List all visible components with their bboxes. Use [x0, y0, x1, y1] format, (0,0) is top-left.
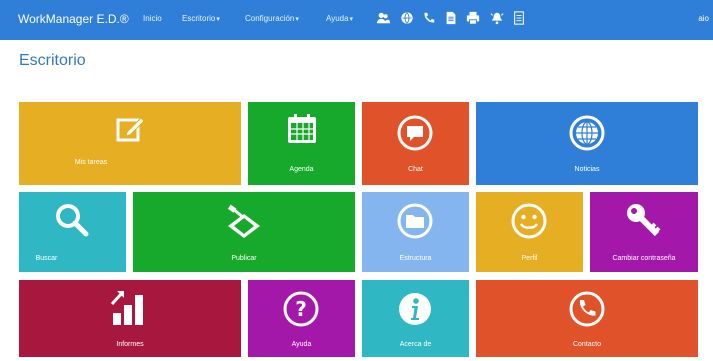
tile-label: Acerca de [399, 341, 432, 348]
tile-agenda[interactable]: Agenda [248, 102, 355, 185]
tile-label: Agenda [289, 166, 314, 173]
phone-icon[interactable] [420, 9, 438, 27]
document-icon[interactable] [442, 9, 460, 27]
tile-estructura[interactable]: Estructura [362, 192, 469, 272]
key-icon [624, 201, 664, 241]
tile-perfil[interactable]: Perfil [476, 192, 583, 272]
tile-label: Estructura [399, 255, 432, 262]
tile-label: Cambiar contraseña [612, 255, 676, 262]
nav-link-inicio[interactable]: Inicio [143, 14, 162, 23]
globe-icon[interactable] [398, 9, 416, 27]
bell-icon[interactable] [488, 9, 506, 27]
users-icon[interactable] [374, 9, 392, 27]
nav-link-configuracion[interactable]: Configuración [245, 14, 299, 23]
chat-icon [397, 115, 433, 151]
tile-cambiar-contrasena[interactable]: Cambiar contraseña [590, 192, 698, 272]
globe-icon [569, 115, 605, 151]
phone-icon [569, 291, 605, 327]
help-icon: ? [283, 291, 319, 327]
calendar-icon [285, 112, 319, 146]
tile-label: Mis tareas [74, 159, 108, 166]
tile-label: Perfil [521, 255, 538, 262]
tile-publicar[interactable]: Publicar [133, 192, 355, 272]
smile-icon [511, 203, 547, 239]
chart-icon [109, 287, 149, 327]
scanner-icon [224, 204, 264, 240]
list-icon[interactable] [510, 9, 528, 27]
tile-contacto[interactable]: Contacto [476, 280, 698, 357]
tile-chat[interactable]: Chat [362, 102, 469, 185]
tile-label: Publicar [231, 255, 257, 262]
svg-text:?: ? [295, 297, 307, 321]
tile-label: Noticias [574, 166, 600, 173]
nav-link-escritorio[interactable]: Escritorio [182, 14, 220, 23]
top-navbar: WorkManager E.D.® Inicio Escritorio Conf… [0, 0, 713, 40]
folder-icon [397, 203, 433, 239]
tile-ayuda[interactable]: ? Ayuda [248, 280, 355, 357]
edit-icon [115, 114, 145, 144]
printer-icon[interactable] [464, 9, 482, 27]
tile-label: Chat [408, 166, 423, 173]
tile-buscar[interactable]: Buscar [19, 192, 126, 272]
user-menu[interactable]: aio [698, 14, 709, 23]
tile-label: Informes [116, 341, 144, 348]
tile-noticias[interactable]: Noticias [476, 102, 698, 185]
page-title: Escritorio [19, 52, 86, 69]
tile-label: Buscar [35, 255, 58, 262]
search-icon [54, 202, 90, 238]
tile-informes[interactable]: Informes [19, 280, 241, 357]
tile-label: Contacto [572, 341, 602, 348]
info-icon [397, 291, 433, 327]
nav-link-ayuda[interactable]: Ayuda [326, 14, 353, 23]
tile-mis-tareas[interactable]: Mis tareas [19, 102, 241, 185]
tile-label: Ayuda [291, 341, 312, 348]
tile-acerca-de[interactable]: Acerca de [362, 280, 469, 357]
app-brand[interactable]: WorkManager E.D.® [18, 12, 129, 26]
